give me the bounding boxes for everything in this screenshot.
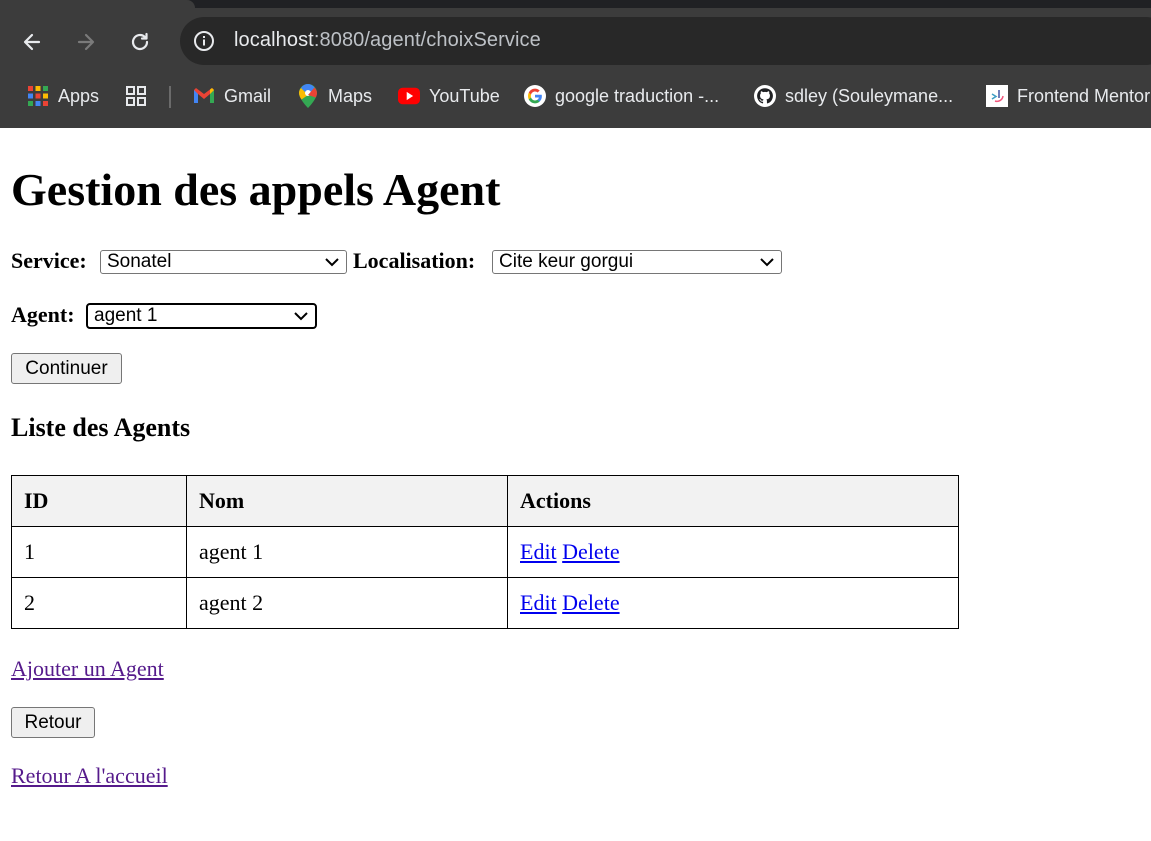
bookmark-label: google traduction -... [555, 85, 720, 106]
service-label: Service: [11, 248, 87, 273]
back-arrow-icon[interactable] [16, 26, 48, 58]
agent-select[interactable]: agent 1 [86, 303, 317, 329]
localisation-label: Localisation: [353, 248, 476, 273]
chevron-down-icon [294, 312, 308, 321]
apps-grid-icon [27, 85, 49, 107]
page-title: Gestion des appels Agent [11, 164, 501, 215]
bookmark-frontend-mentor[interactable]: Frontend Mentor [986, 76, 1150, 116]
maps-icon [297, 84, 319, 108]
cell-nom: agent 1 [186, 526, 508, 578]
url-path: :8080/agent/choixService [313, 29, 541, 51]
cell-actions: Edit Delete [507, 577, 959, 629]
bookmark-tab-groups[interactable] [125, 76, 156, 116]
back-button[interactable]: Retour [11, 707, 95, 738]
site-info-icon[interactable] [193, 30, 215, 52]
table-row: 1 agent 1 Edit Delete [11, 526, 959, 578]
agent-label: Agent: [11, 302, 75, 327]
edit-link[interactable]: Edit [520, 590, 557, 615]
header-actions: Actions [507, 475, 959, 527]
cell-id: 2 [11, 577, 187, 629]
localisation-select[interactable]: Cite keur gorgui [492, 250, 782, 274]
localisation-select-value: Cite keur gorgui [499, 251, 634, 272]
bookmark-github[interactable]: sdley (Souleymane... [754, 76, 953, 116]
bookmark-apps[interactable]: Apps [27, 76, 99, 116]
chevron-down-icon [760, 258, 774, 267]
bookmarks-separator [169, 86, 171, 108]
continue-button[interactable]: Continuer [11, 353, 122, 384]
chevron-down-icon [325, 258, 339, 267]
tab-strip [0, 0, 1151, 8]
agents-table: ID Nom Actions 1 agent 1 Edit Delete 2 a… [11, 475, 959, 629]
table-header-row: ID Nom Actions [11, 475, 959, 527]
delete-link[interactable]: Delete [562, 590, 619, 615]
add-agent-link[interactable]: Ajouter un Agent [11, 656, 164, 682]
youtube-icon [398, 85, 420, 107]
bookmark-gmail[interactable]: Gmail [193, 76, 271, 116]
agent-select-value: agent 1 [94, 305, 158, 326]
frontend-mentor-icon [986, 85, 1008, 107]
cell-actions: Edit Delete [507, 526, 959, 578]
cell-nom: agent 2 [186, 577, 508, 629]
table-row: 2 agent 2 Edit Delete [11, 577, 959, 629]
active-tab[interactable] [0, 0, 195, 8]
page-content: Gestion des appels Agent Service: Sonate… [0, 128, 1151, 841]
bookmark-label: Apps [58, 85, 100, 106]
tab-groups-icon [125, 85, 147, 107]
edit-link[interactable]: Edit [520, 539, 557, 564]
browser-chrome: localhost:8080/agent/choixService Apps G… [0, 0, 1151, 128]
google-icon [524, 85, 546, 107]
url-text[interactable]: localhost:8080/agent/choixService [234, 29, 541, 52]
bookmark-label: YouTube [429, 85, 500, 106]
service-select-value: Sonatel [107, 251, 172, 272]
agents-list-title: Liste des Agents [11, 413, 191, 442]
gmail-icon [193, 85, 215, 107]
bookmark-maps[interactable]: Maps [297, 76, 372, 116]
bookmark-label: Maps [328, 85, 373, 106]
bookmark-label: sdley (Souleymane... [785, 85, 954, 106]
bookmark-label: Frontend Mentor [1017, 85, 1151, 106]
bookmark-google-traduction[interactable]: google traduction -... [524, 76, 719, 116]
delete-link[interactable]: Delete [562, 539, 619, 564]
bookmark-label: Gmail [224, 85, 272, 106]
cell-id: 1 [11, 526, 187, 578]
bookmark-youtube[interactable]: YouTube [398, 76, 500, 116]
github-icon [754, 85, 776, 107]
bookmarks-bar: Apps Gmail Maps YouTube google traductio… [0, 76, 1151, 116]
header-id: ID [11, 475, 187, 527]
url-host: localhost [234, 29, 314, 51]
header-nom: Nom [186, 475, 508, 527]
reload-icon[interactable] [124, 26, 156, 58]
home-link[interactable]: Retour A l'accueil [11, 763, 168, 789]
forward-arrow-icon[interactable] [70, 26, 102, 58]
service-select[interactable]: Sonatel [100, 250, 347, 274]
